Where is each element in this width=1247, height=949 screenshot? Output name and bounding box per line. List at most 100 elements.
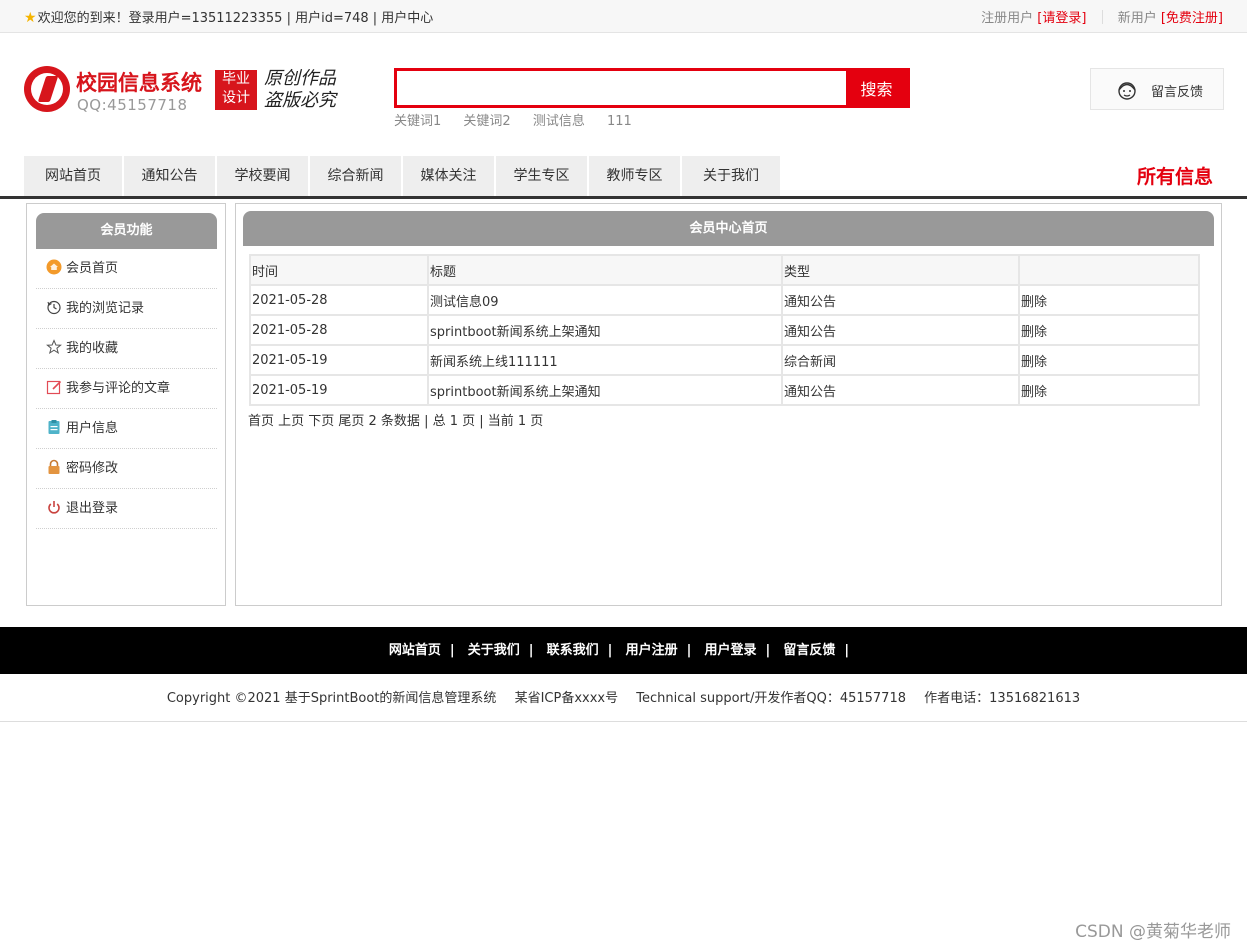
clipboard-icon	[46, 419, 62, 435]
divider: |	[686, 643, 692, 658]
column-header-action	[1020, 256, 1198, 284]
register-prefix: 注册用户	[981, 11, 1034, 26]
column-header-title: 标题	[429, 256, 781, 284]
icp-text: 某省ICP备xxxx号	[514, 691, 619, 706]
sidebar-item-logout[interactable]: 退出登录	[36, 489, 217, 529]
nav-item-home[interactable]: 网站首页	[24, 156, 124, 196]
cell-title[interactable]: 测试信息09	[429, 286, 781, 314]
sidebar-item-user-info[interactable]: 用户信息	[36, 409, 217, 449]
footer-link-about[interactable]: 关于我们	[468, 643, 520, 658]
column-header-type: 类型	[783, 256, 1018, 284]
lock-icon	[46, 459, 62, 475]
divider: |	[607, 643, 613, 658]
table-row: 2021-05-28 sprintboot新闻系统上架通知 通知公告 删除	[251, 316, 1198, 344]
cell-time: 2021-05-19	[251, 346, 427, 374]
sidebar-item-label: 我参与评论的文章	[66, 381, 171, 396]
feedback-label: 留言反馈	[1151, 85, 1204, 100]
hot-keyword[interactable]: 关键词1	[394, 114, 441, 129]
sidebar-title: 会员功能	[36, 213, 217, 249]
logo-title: 校园信息系统	[76, 71, 202, 95]
feedback-button[interactable]: 留言反馈	[1090, 68, 1224, 110]
table-row: 2021-05-19 sprintboot新闻系统上架通知 通知公告 删除	[251, 376, 1198, 404]
divider: |	[528, 643, 534, 658]
delete-link[interactable]: 删除	[1020, 376, 1198, 404]
hot-keyword[interactable]: 测试信息	[533, 114, 585, 129]
column-header-time: 时间	[251, 256, 427, 284]
divider: |	[765, 643, 771, 658]
slogan-line1: 原创作品	[264, 68, 336, 89]
all-info-link[interactable]: 所有信息	[1137, 162, 1213, 189]
nav-item-teachers[interactable]: 教师专区	[589, 156, 682, 196]
cell-time: 2021-05-28	[251, 316, 427, 344]
divider	[1101, 10, 1103, 24]
slogan: 原创作品 盗版必究	[264, 68, 336, 112]
sidebar-item-label: 我的浏览记录	[66, 301, 145, 316]
cell-time: 2021-05-19	[251, 376, 427, 404]
watermark: CSDN @黄菊华老师	[1075, 922, 1231, 942]
table-header-row: 时间 标题 类型	[251, 256, 1198, 284]
hot-keyword[interactable]: 111	[607, 114, 632, 129]
member-center-panel: 会员中心首页 时间 标题 类型 2021-05-28 测试信息09 通知公告 删…	[235, 203, 1222, 606]
panel-title: 会员中心首页	[243, 211, 1214, 246]
sidebar-item-label: 用户信息	[66, 421, 119, 436]
support-text: Technical support/开发作者QQ：45157718	[636, 691, 907, 706]
search-box: 搜索	[394, 68, 910, 108]
star-icon: ★	[24, 10, 37, 26]
sidebar-item-password[interactable]: 密码修改	[36, 449, 217, 489]
pagination[interactable]: 首页 上页 下页 尾页 2 条数据 | 总 1 页 | 当前 1 页	[248, 410, 543, 429]
sidebar-item-comments[interactable]: 我参与评论的文章	[36, 369, 217, 409]
account-links: 注册用户 [请登录] 新用户 [免费注册]	[981, 7, 1223, 26]
sidebar-item-member-home[interactable]: 会员首页	[36, 249, 217, 289]
hot-keyword[interactable]: 关键词2	[463, 114, 510, 129]
nav-item-students[interactable]: 学生专区	[496, 156, 589, 196]
home-icon	[46, 259, 62, 275]
power-icon	[46, 499, 62, 515]
sidebar-item-history[interactable]: 我的浏览记录	[36, 289, 217, 329]
footer-link-home[interactable]: 网站首页	[389, 643, 441, 658]
nav-item-general-news[interactable]: 综合新闻	[310, 156, 403, 196]
cell-title[interactable]: sprintboot新闻系统上架通知	[429, 376, 781, 404]
top-bar: ★欢迎您的到来！登录用户=13511223355 | 用户id=748 | 用户…	[0, 0, 1247, 33]
edit-icon	[46, 379, 62, 395]
cell-title[interactable]: 新闻系统上线111111	[429, 346, 781, 374]
nav-item-school-news[interactable]: 学校要闻	[217, 156, 310, 196]
search-input[interactable]	[397, 71, 849, 105]
site-logo[interactable]: 校园信息系统 QQ:45157718 毕业 设计 原创作品 盗版必究	[24, 66, 344, 118]
graduation-badge: 毕业 设计	[215, 70, 257, 110]
badge-line2: 设计	[222, 90, 250, 106]
footer-link-feedback[interactable]: 留言反馈	[783, 643, 835, 658]
login-link[interactable]: [请登录]	[1037, 11, 1086, 26]
logo-qq: QQ:45157718	[77, 96, 188, 114]
records-table: 时间 标题 类型 2021-05-28 测试信息09 通知公告 删除 2021-…	[249, 254, 1200, 406]
main-nav: 网站首页 通知公告 学校要闻 综合新闻 媒体关注 学生专区 教师专区 关于我们 …	[0, 156, 1247, 199]
sidebar-item-label: 会员首页	[66, 261, 119, 276]
search-button[interactable]: 搜索	[846, 71, 907, 105]
free-register-link[interactable]: [免费注册]	[1161, 11, 1223, 26]
cell-title[interactable]: sprintboot新闻系统上架通知	[429, 316, 781, 344]
customer-service-icon	[1118, 82, 1136, 100]
cell-type: 通知公告	[783, 376, 1018, 404]
welcome-text: ★欢迎您的到来！登录用户=13511223355 | 用户id=748 | 用户…	[24, 7, 433, 26]
cell-type: 综合新闻	[783, 346, 1018, 374]
cell-time: 2021-05-28	[251, 286, 427, 314]
cell-type: 通知公告	[783, 316, 1018, 344]
member-sidebar: 会员功能 会员首页 我的浏览记录 我的收藏 我参与评论的文章 用户信息 密码修改…	[26, 203, 226, 606]
table-row: 2021-05-28 测试信息09 通知公告 删除	[251, 286, 1198, 314]
footer-link-register[interactable]: 用户注册	[626, 643, 678, 658]
star-icon	[46, 339, 62, 355]
delete-link[interactable]: 删除	[1020, 316, 1198, 344]
footer-link-contact[interactable]: 联系我们	[547, 643, 599, 658]
cell-type: 通知公告	[783, 286, 1018, 314]
footer-nav: 网站首页 | 关于我们 | 联系我们 | 用户注册 | 用户登录 | 留言反馈 |	[0, 627, 1247, 674]
nav-item-media[interactable]: 媒体关注	[403, 156, 496, 196]
phone-text: 作者电话：13516821613	[924, 691, 1081, 706]
delete-link[interactable]: 删除	[1020, 346, 1198, 374]
sidebar-item-label: 我的收藏	[66, 341, 119, 356]
footer-link-login[interactable]: 用户登录	[704, 643, 756, 658]
hot-keywords: 关键词1 关键词2 测试信息 111	[394, 110, 650, 129]
nav-item-notice[interactable]: 通知公告	[124, 156, 217, 196]
delete-link[interactable]: 删除	[1020, 286, 1198, 314]
nav-item-about[interactable]: 关于我们	[682, 156, 782, 196]
history-icon	[46, 299, 62, 315]
sidebar-item-favorites[interactable]: 我的收藏	[36, 329, 217, 369]
